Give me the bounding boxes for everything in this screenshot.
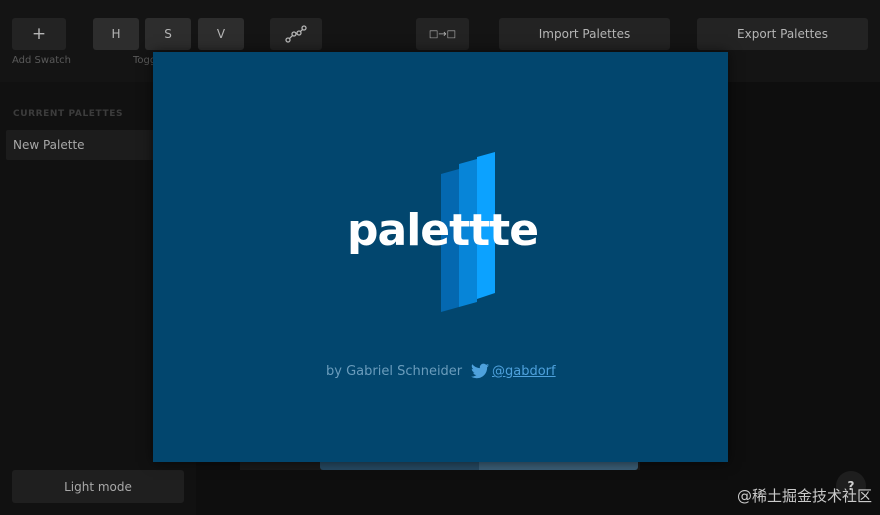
compare-button[interactable]: □→□ [416,18,469,50]
twitter-handle-link[interactable]: @gabdorf [492,364,556,379]
palette-list-item[interactable]: New Palette [6,130,176,160]
light-mode-button[interactable]: Light mode [12,470,184,503]
author-credit: by Gabriel Schneider [326,364,463,379]
swap-squares-icon: □→□ [428,28,457,40]
twitter-bird-icon [471,363,489,379]
import-palettes-button[interactable]: Import Palettes [499,18,670,50]
current-palettes-heading: CURRENT PALETTES [13,109,124,119]
logo-wordmark: palettte [347,205,539,256]
curve-points-icon [285,25,307,43]
value-toggle-button[interactable]: V [198,18,244,50]
curve-button[interactable] [270,18,322,50]
plus-icon: + [31,24,47,44]
watermark: @稀土掘金技术社区 [736,487,872,505]
hue-toggle-button[interactable]: H [93,18,139,50]
add-swatch-button[interactable]: + [12,18,66,50]
add-swatch-caption: Add Swatch [12,55,71,66]
saturation-toggle-button[interactable]: S [145,18,191,50]
export-palettes-button[interactable]: Export Palettes [697,18,868,50]
